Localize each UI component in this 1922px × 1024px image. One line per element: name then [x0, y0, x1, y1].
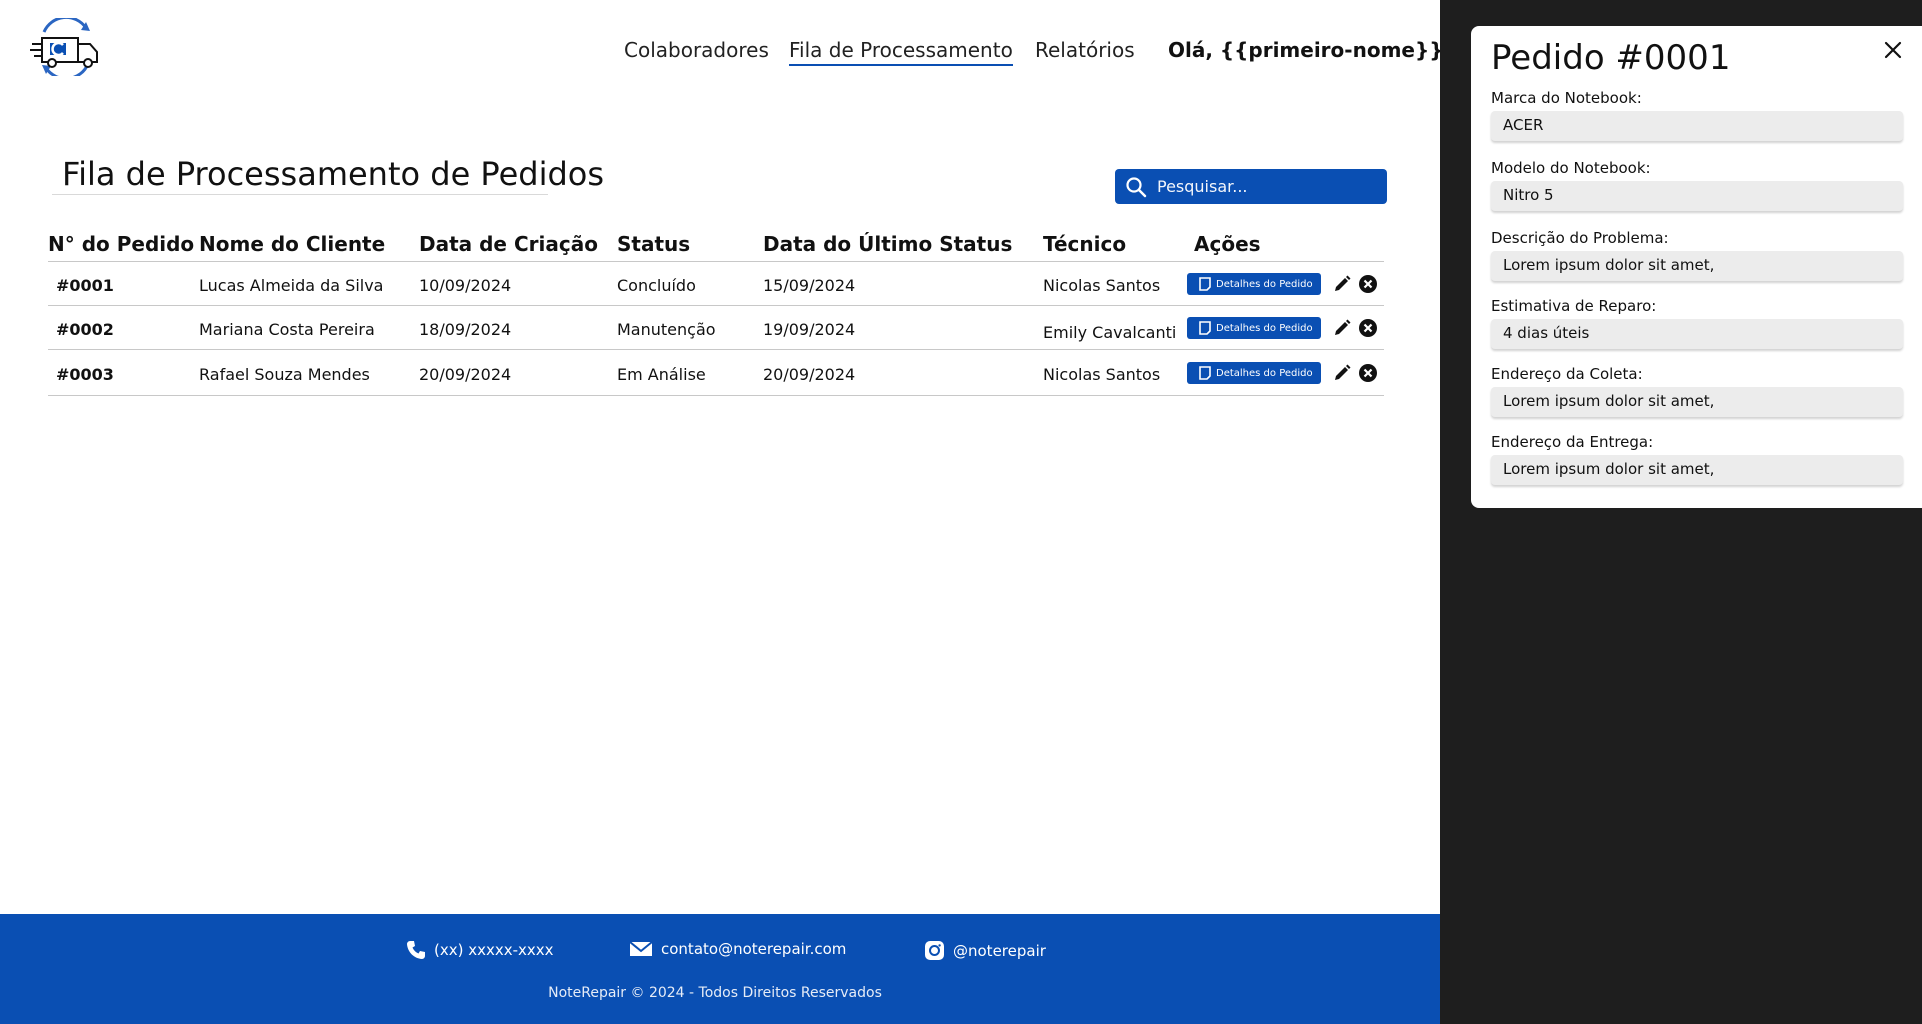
- search-icon: [1126, 176, 1147, 197]
- footer-copyright: NoteRepair © 2024 - Todos Direitos Reser…: [548, 985, 882, 1001]
- search-input[interactable]: [1157, 177, 1377, 196]
- close-circle-icon[interactable]: [1358, 318, 1378, 338]
- created-date: 20/09/2024: [419, 365, 512, 384]
- order-details-label: Detalhes do Pedido: [1216, 278, 1313, 290]
- footer-phone[interactable]: (xx) xxxxx-xxxx: [406, 940, 554, 960]
- close-icon[interactable]: [1883, 40, 1903, 60]
- field-value: ACER: [1491, 111, 1903, 141]
- last-status-date: 20/09/2024: [763, 365, 856, 384]
- order-id: #0003: [56, 365, 114, 384]
- pencil-icon[interactable]: [1332, 318, 1352, 338]
- field-notebook-model: Modelo do Notebook: Nitro 5: [1491, 159, 1903, 211]
- table-row: #0002 Mariana Costa Pereira 18/09/2024 M…: [48, 306, 1384, 350]
- footer: (xx) xxxxx-xxxx contato@noterepair.com @…: [0, 914, 1440, 1024]
- pencil-icon[interactable]: [1332, 274, 1352, 294]
- field-delivery-address: Endereço da Entrega: Lorem ipsum dolor s…: [1491, 433, 1903, 485]
- header-order-number: N° do Pedido: [48, 232, 195, 256]
- field-label: Descrição do Problema:: [1491, 229, 1669, 247]
- order-details-label: Detalhes do Pedido: [1216, 322, 1313, 334]
- technician-name: Nicolas Santos: [1043, 276, 1161, 295]
- footer-phone-text: (xx) xxxxx-xxxx: [434, 941, 554, 959]
- nav-relatorios[interactable]: Relatórios: [1035, 38, 1135, 62]
- last-status-date: 19/09/2024: [763, 320, 856, 339]
- field-label: Modelo do Notebook:: [1491, 159, 1651, 177]
- order-details-label: Detalhes do Pedido: [1216, 367, 1313, 379]
- order-details-button[interactable]: Detalhes do Pedido: [1187, 273, 1321, 295]
- header-client-name: Nome do Cliente: [199, 232, 386, 256]
- field-label: Estimativa de Reparo:: [1491, 297, 1657, 315]
- document-icon: [1199, 366, 1211, 380]
- page-title: Fila de Processamento de Pedidos: [52, 155, 604, 195]
- field-value: Lorem ipsum dolor sit amet,: [1491, 251, 1903, 281]
- client-name: Rafael Souza Mendes: [199, 365, 370, 384]
- created-date: 18/09/2024: [419, 320, 512, 339]
- field-notebook-brand: Marca do Notebook: ACER: [1491, 89, 1903, 141]
- field-label: Endereço da Coleta:: [1491, 365, 1643, 383]
- field-value: 4 dias úteis: [1491, 319, 1903, 349]
- orders-table: N° do Pedido Nome do Cliente Data de Cri…: [48, 228, 1384, 396]
- field-repair-estimate: Estimativa de Reparo: 4 dias úteis: [1491, 297, 1903, 349]
- created-date: 10/09/2024: [419, 276, 512, 295]
- panel-title: Pedido #0001: [1491, 38, 1731, 78]
- technician-name: Emily Cavalcanti: [1043, 323, 1177, 342]
- client-name: Lucas Almeida da Silva: [199, 276, 384, 295]
- field-label: Endereço da Entrega:: [1491, 433, 1654, 451]
- field-pickup-address: Endereço da Coleta: Lorem ipsum dolor si…: [1491, 365, 1903, 417]
- order-details-panel: Pedido #0001 Marca do Notebook: ACER Mod…: [1471, 26, 1922, 508]
- document-icon: [1199, 321, 1211, 335]
- envelope-icon: [629, 941, 653, 956]
- order-status: Em Análise: [617, 365, 706, 384]
- user-greeting: Olá, {{primeiro-nome}}: [1168, 38, 1444, 62]
- phone-icon: [407, 941, 425, 959]
- last-status-date: 15/09/2024: [763, 276, 856, 295]
- document-icon: [1199, 277, 1211, 291]
- header-technician: Técnico: [1043, 232, 1127, 256]
- table-row: #0003 Rafael Souza Mendes 20/09/2024 Em …: [48, 350, 1384, 396]
- main-app: Colaboradores Fila de Processamento Rela…: [0, 0, 1444, 1024]
- close-circle-icon[interactable]: [1358, 363, 1378, 383]
- order-status: Manutenção: [617, 320, 716, 339]
- order-id: #0002: [56, 320, 114, 339]
- footer-email[interactable]: contato@noterepair.com: [629, 940, 846, 958]
- footer-instagram-text: @noterepair: [953, 941, 1046, 960]
- order-details-button[interactable]: Detalhes do Pedido: [1187, 317, 1321, 339]
- header-created-date: Data de Criação: [419, 232, 598, 256]
- search-bar[interactable]: [1115, 169, 1387, 204]
- order-details-button[interactable]: Detalhes do Pedido: [1187, 362, 1321, 384]
- pencil-icon[interactable]: [1332, 363, 1352, 383]
- order-status: Concluído: [617, 276, 696, 295]
- close-circle-icon[interactable]: [1358, 274, 1378, 294]
- header-status: Status: [617, 232, 691, 256]
- top-nav: Colaboradores Fila de Processamento Rela…: [0, 38, 1444, 66]
- field-value: Nitro 5: [1491, 181, 1903, 211]
- nav-colaboradores[interactable]: Colaboradores: [624, 38, 769, 62]
- header-actions: Ações: [1194, 232, 1261, 256]
- field-label: Marca do Notebook:: [1491, 89, 1642, 107]
- nav-fila-de-processamento[interactable]: Fila de Processamento: [789, 38, 1013, 66]
- client-name: Mariana Costa Pereira: [199, 320, 375, 339]
- table-header: N° do Pedido Nome do Cliente Data de Cri…: [48, 228, 1384, 262]
- order-id: #0001: [56, 276, 114, 295]
- footer-instagram[interactable]: @noterepair: [924, 940, 1046, 961]
- instagram-icon: [925, 941, 944, 960]
- field-value: Lorem ipsum dolor sit amet,: [1491, 455, 1903, 485]
- field-problem-description: Descrição do Problema: Lorem ipsum dolor…: [1491, 229, 1903, 281]
- table-row: #0001 Lucas Almeida da Silva 10/09/2024 …: [48, 262, 1384, 306]
- footer-email-text: contato@noterepair.com: [661, 940, 847, 958]
- header-last-status-date: Data do Último Status: [763, 232, 1013, 256]
- field-value: Lorem ipsum dolor sit amet,: [1491, 387, 1903, 417]
- technician-name: Nicolas Santos: [1043, 365, 1161, 384]
